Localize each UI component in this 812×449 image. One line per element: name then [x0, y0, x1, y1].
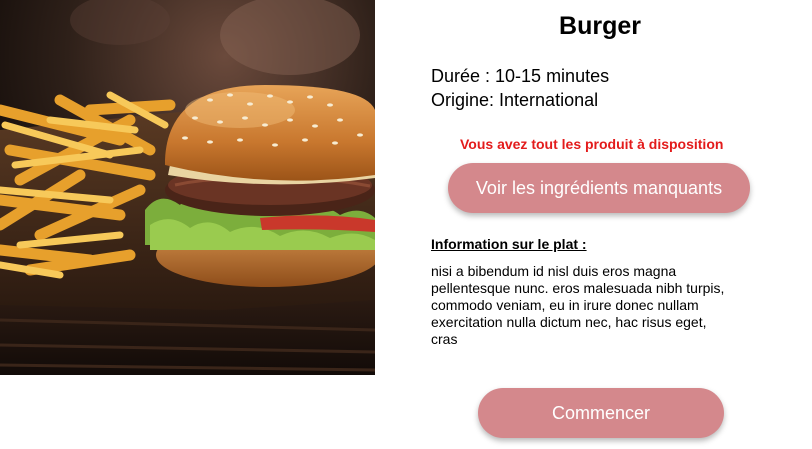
start-button[interactable]: Commencer	[478, 388, 724, 438]
recipe-meta: Durée : 10-15 minutes Origine: Internati…	[431, 64, 609, 112]
burger-photo	[0, 0, 375, 375]
info-heading: Information sur le plat :	[431, 236, 587, 252]
info-description: nisi a bibendum id nisl duis eros magna …	[431, 263, 725, 347]
origin-label: Origine: International	[431, 90, 599, 110]
missing-ingredients-button[interactable]: Voir les ingrédients manquants	[448, 163, 750, 213]
duration-label: Durée : 10-15 minutes	[431, 66, 610, 86]
availability-notice: Vous avez tout les produit à disposition	[460, 136, 724, 152]
recipe-title: Burger	[559, 12, 641, 40]
